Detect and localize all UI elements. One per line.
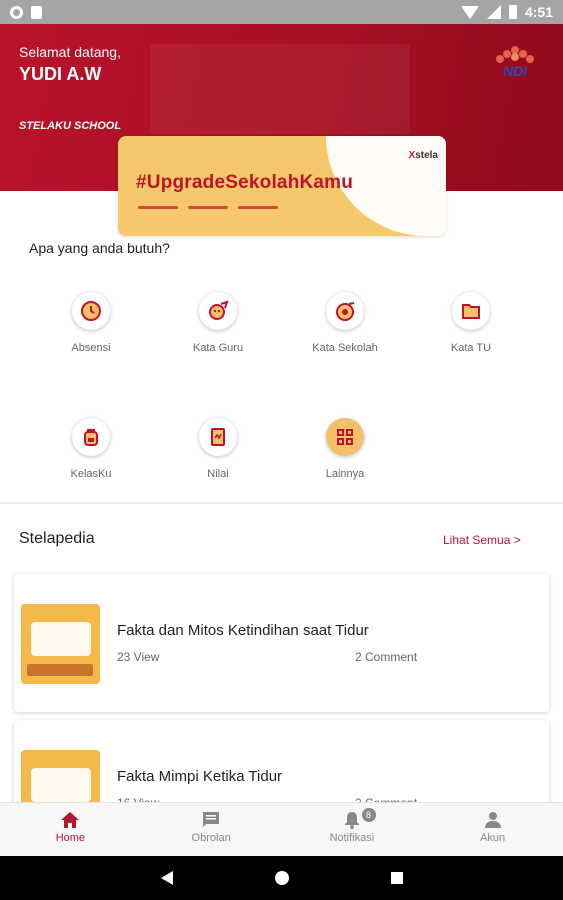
recents-icon[interactable]	[390, 871, 404, 885]
nav-notifikasi[interactable]: 8 Notifikasi	[282, 803, 423, 856]
signal-icon	[486, 5, 501, 19]
nav-label: Obrolan	[191, 832, 231, 844]
article-thumbnail	[21, 604, 100, 684]
article-views: 23 View	[117, 650, 160, 664]
menu-label: Kata Guru	[192, 342, 244, 354]
home-icon	[61, 812, 80, 828]
sync-icon	[10, 5, 23, 19]
nav-label: Notifikasi	[329, 832, 375, 844]
section-divider	[0, 502, 563, 504]
sd-card-icon	[31, 5, 42, 19]
backpack-icon	[72, 418, 110, 456]
chat-icon	[203, 812, 220, 827]
menu-prompt: Apa yang anda butuh?	[29, 240, 170, 256]
banner-brand: Xstela	[408, 150, 438, 161]
menu-lainnya[interactable]: Lainnya	[290, 418, 400, 480]
banner-hashtag: #UpgradeSekolahKamu	[136, 172, 354, 193]
menu-label: KelasKu	[70, 468, 112, 480]
school-icon	[326, 292, 364, 330]
bell-icon	[344, 812, 359, 829]
menu-label: Absensi	[71, 342, 111, 354]
school-logo: NDI	[496, 46, 534, 79]
wifi-icon	[460, 5, 479, 19]
svg-text:NDI: NDI	[503, 63, 528, 79]
system-nav-bar	[0, 856, 563, 900]
menu-absensi[interactable]: Absensi	[36, 292, 146, 354]
battery-icon	[508, 5, 517, 19]
clock-icon	[72, 292, 110, 330]
menu-label: Nilai	[207, 468, 229, 480]
banner-decoration	[138, 206, 278, 209]
promo-banner[interactable]: Xstela #UpgradeSekolahKamu	[118, 136, 446, 236]
bottom-nav: Home Obrolan 8 Notifikasi Akun	[0, 802, 563, 856]
menu-kata-sekolah[interactable]: Kata Sekolah	[290, 292, 400, 354]
menu-label: Kata Sekolah	[312, 342, 378, 354]
article-title: Fakta Mimpi Ketika Tidur	[117, 768, 283, 785]
menu-kata-guru[interactable]: Kata Guru	[163, 292, 273, 354]
article-comments: 2 Comment	[355, 650, 418, 664]
greeting-text: Selamat datang,	[19, 44, 121, 60]
menu-label: Kata TU	[450, 342, 492, 354]
status-bar: 4:51	[0, 0, 563, 24]
menu-nilai[interactable]: Nilai	[163, 418, 273, 480]
status-time: 4:51	[524, 4, 553, 20]
person-icon	[484, 812, 501, 828]
menu-kelasku[interactable]: KelasKu	[36, 418, 146, 480]
grid-icon	[326, 418, 364, 456]
menu-label: Lainnya	[325, 468, 365, 480]
notification-badge: 8	[361, 808, 376, 822]
article-title: Fakta dan Mitos Ketindihan saat Tidur	[117, 622, 369, 639]
folder-icon	[452, 292, 490, 330]
nav-obrolan[interactable]: Obrolan	[141, 803, 282, 856]
home-button-icon[interactable]	[274, 870, 290, 886]
school-name: STELAKU SCHOOL	[19, 120, 122, 132]
nav-label: Akun	[480, 832, 506, 844]
back-icon[interactable]	[160, 870, 174, 886]
report-icon	[199, 418, 237, 456]
see-all-link[interactable]: Lihat Semua >	[443, 533, 521, 547]
nav-home[interactable]: Home	[0, 803, 141, 856]
user-name: YUDI A.W	[19, 64, 102, 84]
nav-akun[interactable]: Akun	[422, 803, 563, 856]
nav-label: Home	[55, 832, 86, 844]
article-card[interactable]: Fakta dan Mitos Ketindihan saat Tidur 23…	[14, 574, 549, 712]
menu-kata-tu[interactable]: Kata TU	[416, 292, 526, 354]
stelapedia-title: Stelapedia	[19, 530, 95, 547]
teacher-icon	[199, 292, 237, 330]
